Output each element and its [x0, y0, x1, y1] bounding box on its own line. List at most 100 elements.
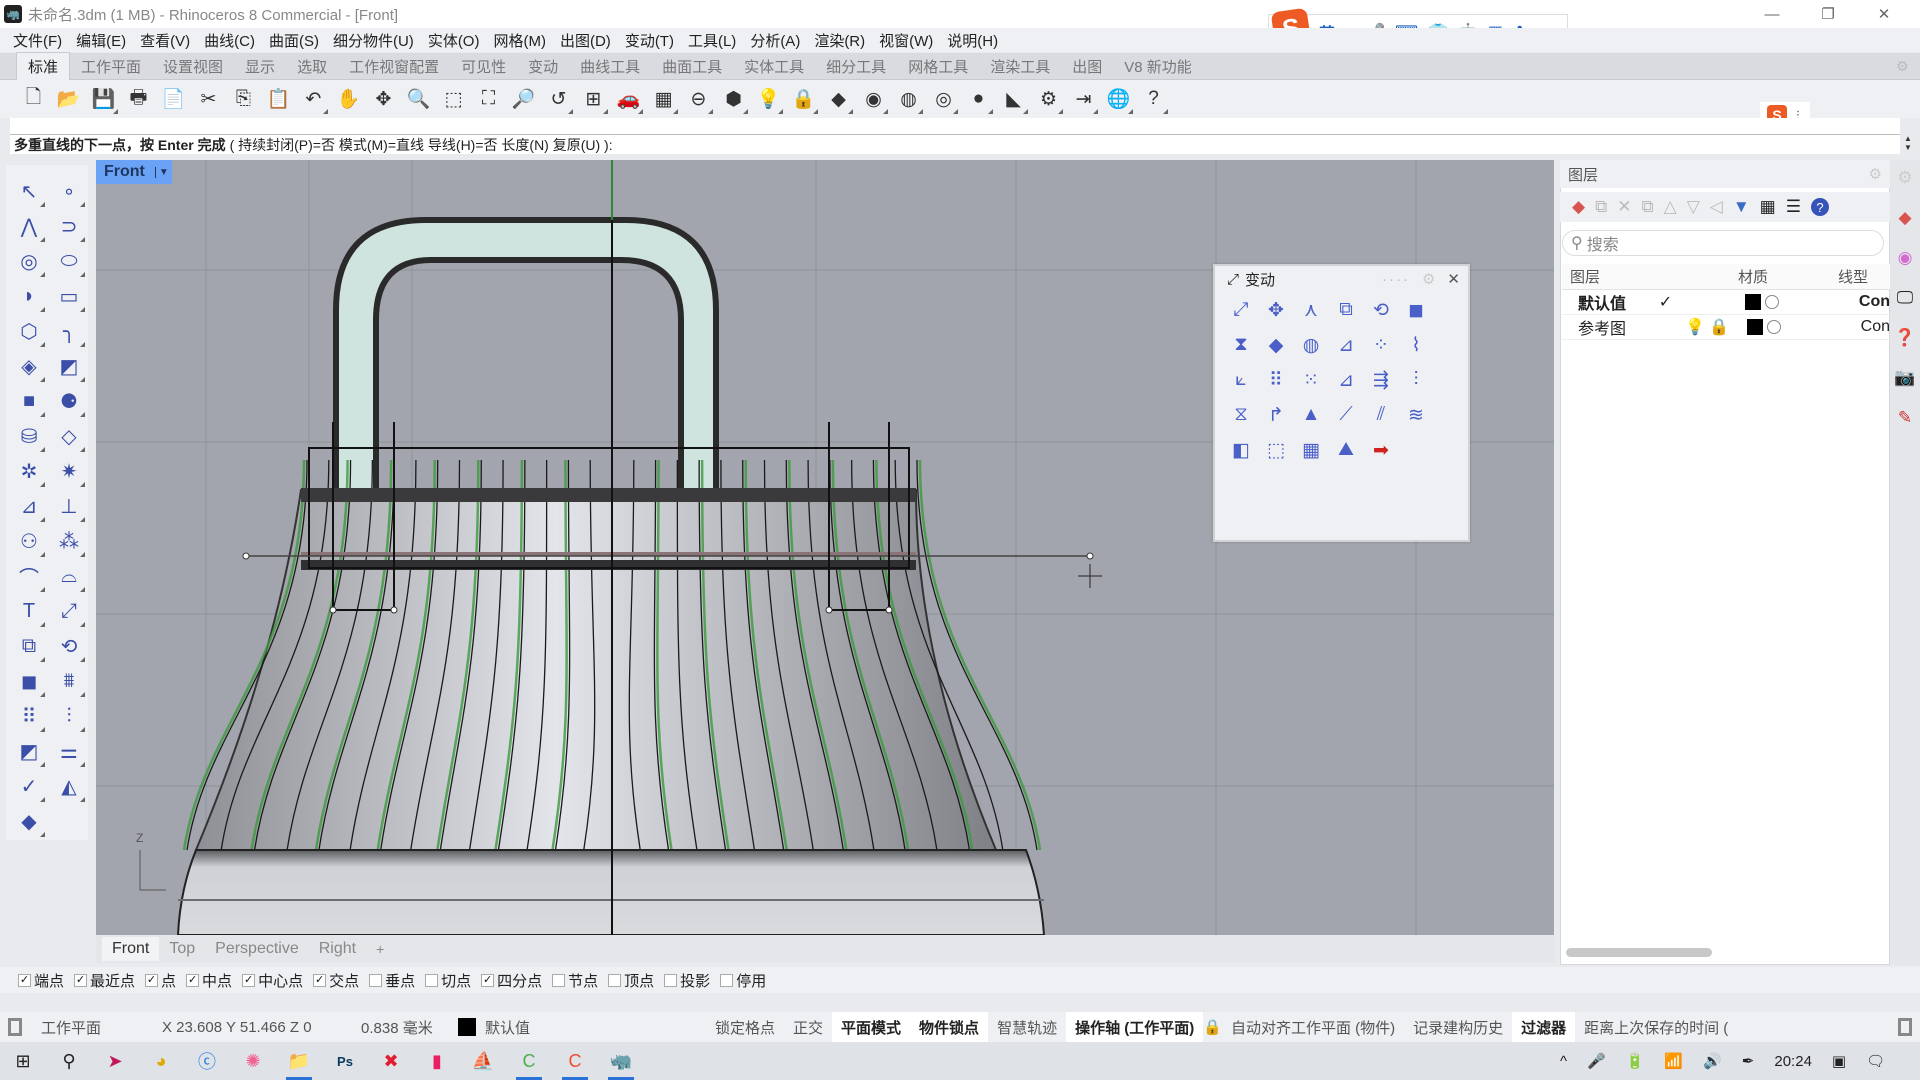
sphere-group-icon[interactable]: ⚈	[52, 385, 86, 418]
current-layer-check-icon[interactable]: ✓	[1659, 292, 1746, 312]
osnap-3[interactable]: ✓ 中点	[186, 970, 232, 991]
status-toggle[interactable]: 距离上次保存的时间 (	[1575, 1017, 1737, 1038]
display-tab-icon[interactable]: 🖵	[1897, 288, 1913, 308]
command-options[interactable]: ( 持续封闭(P)=否 模式(M)=直线 导线(H)=否 长度(N) 复原(U)…	[230, 135, 613, 155]
menu-item[interactable]: 网格(M)	[486, 30, 553, 51]
osnap-checkbox[interactable]	[720, 973, 734, 987]
status-toggle[interactable]: 物件锁点	[910, 1011, 989, 1043]
visible-bulb-icon[interactable]: 💡	[1685, 317, 1709, 337]
gear-icon[interactable]: ⚙	[1033, 84, 1064, 115]
rotate-view-icon[interactable]: ✥	[368, 84, 399, 115]
layer-row[interactable]: 默认值 ✓ Con	[1562, 290, 1890, 315]
print-icon[interactable]: 🖶	[123, 84, 154, 115]
restore-button[interactable]: ❐	[1800, 0, 1856, 28]
osnap-0[interactable]: ✓ 端点	[18, 970, 64, 991]
layer-color-swatch[interactable]	[1746, 319, 1763, 335]
pen-icon[interactable]: ✒	[1742, 1052, 1755, 1070]
cone-light-icon[interactable]: ◣	[998, 84, 1029, 115]
notification-icon[interactable]: 🗨	[1866, 1052, 1885, 1070]
layers-search-input[interactable]: ⚲ 搜索	[1562, 230, 1884, 256]
flow-icon[interactable]: ⌇	[1400, 329, 1432, 361]
status-toggle[interactable]: 过滤器	[1512, 1011, 1576, 1043]
panel-toggle-icon[interactable]	[8, 1018, 22, 1036]
pan-icon[interactable]: ✋	[333, 84, 364, 115]
align-icon[interactable]: ⫶	[52, 700, 86, 733]
undo-icon[interactable]: ↶	[298, 84, 329, 115]
select-shapes-icon[interactable]: ⬢	[718, 84, 749, 115]
dimension-icon[interactable]: ⇥	[1068, 84, 1099, 115]
copy-icon[interactable]: ⧉	[1330, 294, 1362, 326]
panel-gear-icon[interactable]: ⚙	[1422, 270, 1435, 288]
box-edit-icon[interactable]: ◼	[1400, 294, 1432, 326]
osnap-checkbox[interactable]	[552, 973, 566, 987]
cage-edit-icon[interactable]: ⬚	[1260, 434, 1292, 466]
zoom-dynamic-icon[interactable]: 🔍	[403, 84, 434, 115]
object-snap-icon[interactable]: ⊖	[683, 84, 714, 115]
array-icon[interactable]: ⠿	[12, 700, 46, 733]
rhino-shortcut-icon[interactable]: ⛵	[460, 1042, 506, 1080]
zoom-extents-icon[interactable]: ⛶	[473, 84, 504, 115]
status-toggle[interactable]: 记录建构历史	[1404, 1017, 1512, 1038]
rhino-icon[interactable]: 🦏	[598, 1042, 644, 1080]
extrude-surface-icon[interactable]: ◩	[52, 350, 86, 383]
column-linetype[interactable]: 线型	[1838, 266, 1868, 287]
copy-layer-icon[interactable]: ⧉	[1641, 197, 1653, 217]
table-icon[interactable]: ▦	[1760, 197, 1776, 217]
menu-item[interactable]: 编辑(E)	[69, 30, 133, 51]
wifi-icon[interactable]: 📶	[1664, 1052, 1683, 1070]
smooth-icon[interactable]: ≋	[1400, 399, 1432, 431]
layers-tab-icon[interactable]: ◆	[1898, 208, 1911, 228]
toolbar-tab[interactable]: 工作视窗配置	[338, 53, 450, 80]
osnap-10[interactable]: 顶点	[608, 970, 654, 991]
osnap-checkbox[interactable]: ✓	[145, 973, 159, 987]
delete-icon[interactable]: ✕	[1617, 197, 1631, 217]
toolbar-tab[interactable]: 选取	[286, 53, 338, 80]
command-scrollbar[interactable]: ▲ ▼	[1900, 134, 1916, 154]
ellipse-icon[interactable]: ⬭	[52, 245, 86, 278]
box-icon[interactable]: ■	[12, 385, 46, 418]
zoom-window-icon[interactable]: ⬚	[438, 84, 469, 115]
puzzle-icon[interactable]: ✲	[12, 455, 46, 488]
status-toggle[interactable]: 自动对齐工作平面 (物件)	[1222, 1017, 1404, 1038]
gumball-icon[interactable]: ✥	[1260, 294, 1292, 326]
polygon-icon[interactable]: ⬡	[12, 315, 46, 348]
surface-corner-icon[interactable]: ◈	[12, 350, 46, 383]
more-arrow-icon[interactable]: ➡	[1365, 434, 1397, 466]
splop-icon[interactable]: ▦	[1295, 434, 1327, 466]
layers-horizontal-scrollbar[interactable]	[1566, 948, 1712, 957]
lock-icon[interactable]: 🔒	[788, 84, 819, 115]
toolbar-tab[interactable]: 实体工具	[733, 53, 815, 80]
scale-icon[interactable]: ◆	[1260, 329, 1292, 361]
fillet-curve-icon[interactable]: ╮	[52, 315, 86, 348]
orient-icon[interactable]: ⊿	[1330, 329, 1362, 361]
rotate3d-icon[interactable]: ◍	[1295, 329, 1327, 361]
browser-icon[interactable]: ⓒ	[184, 1042, 230, 1080]
help-icon[interactable]: ?	[1810, 198, 1829, 216]
column-layer[interactable]: 图层	[1562, 266, 1738, 287]
material-sphere-icon[interactable]: ●	[963, 84, 994, 115]
menu-item[interactable]: 曲面(S)	[262, 30, 326, 51]
volume-icon[interactable]: 🔊	[1703, 1052, 1722, 1070]
polar-array-icon[interactable]: ⁙	[1295, 364, 1327, 396]
viewport-tab-top[interactable]: Top	[159, 937, 205, 961]
select-arrow-icon[interactable]: ↖	[12, 175, 46, 208]
windows-start-icon[interactable]: ⊞	[0, 1042, 46, 1080]
osnap-checkbox[interactable]: ✓	[481, 973, 495, 987]
undo-view-icon[interactable]: ↺	[543, 84, 574, 115]
solid-edit-icon[interactable]: ◼	[12, 665, 46, 698]
flow-along-srf-icon[interactable]: ⟋	[1330, 399, 1362, 431]
current-layer[interactable]: 默认值	[476, 1017, 706, 1038]
osnap-7[interactable]: 切点	[425, 970, 471, 991]
rectangle-icon[interactable]: ▭	[52, 280, 86, 313]
text-icon[interactable]: T	[12, 595, 46, 628]
extrude-pattern-icon[interactable]: ⩩	[52, 665, 86, 698]
orient-2pt-icon[interactable]: ⁘	[1365, 329, 1397, 361]
osnap-checkbox[interactable]: ✓	[242, 973, 256, 987]
microphone-icon[interactable]: 🎤	[1587, 1052, 1606, 1070]
move-down-icon[interactable]: ▽	[1687, 197, 1700, 217]
minimize-button[interactable]: —	[1744, 0, 1800, 28]
menu-item[interactable]: 工具(L)	[681, 30, 743, 51]
viewport-layout-icon[interactable]: ⊞	[578, 84, 609, 115]
close-button[interactable]: ✕	[1856, 0, 1912, 28]
light-bulb-icon[interactable]: 💡	[753, 84, 784, 115]
